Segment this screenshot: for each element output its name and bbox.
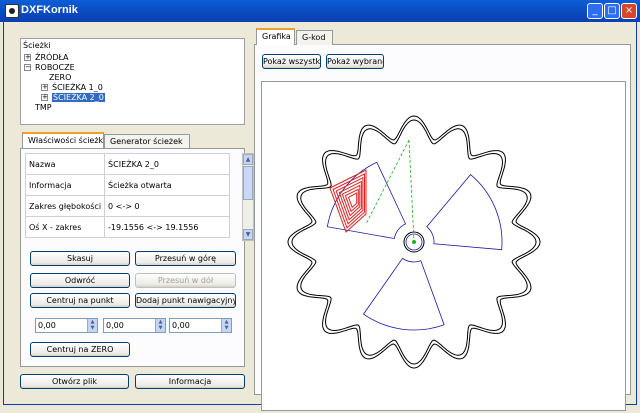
app-icon [5,4,19,18]
tab-path-generator[interactable]: Generator ścieżek [104,134,190,149]
close-button[interactable]: × [621,3,637,19]
expand-icon[interactable]: + [24,54,31,61]
add-nav-point-button[interactable]: Dodaj punkt nawigacyjny [135,293,236,308]
scroll-up-icon[interactable]: ▲ [243,154,253,165]
tab-path-properties[interactable]: Właściwości ścieżki [22,132,105,149]
open-file-button[interactable]: Otwórz plik [20,374,129,389]
nav-line [408,139,415,243]
info-button[interactable]: Informacja [135,374,245,389]
expand-icon[interactable]: + [41,94,48,101]
center-on-point-button[interactable]: Centruj na punkt [30,293,130,308]
show-all-button[interactable]: Pokaż wszystko [262,54,321,69]
drawing-canvas[interactable] [261,81,626,411]
show-selected-button[interactable]: Pokaż wybrane [326,54,384,69]
table-row[interactable]: Zakres głębokości 0 <-> 0 [24,195,230,217]
tree-header: Ścieżki [23,41,51,50]
scroll-down-icon[interactable]: ▼ [243,229,253,240]
minimize-button[interactable]: _ [587,3,603,19]
reverse-button[interactable]: Odwróć [30,273,130,288]
maximize-button[interactable]: □ [604,3,620,19]
title-bar: DXFKornik _ □ × [0,0,640,22]
properties-scrollbar[interactable]: ▲ ▼ [242,153,254,241]
spin-arrows-icon[interactable]: ▲ ▼ [221,319,231,332]
tab-gcode[interactable]: G-kod [296,30,333,45]
properties-panel: Nazwa ŚCIEŻKA 2_0 Informacja Ścieżka otwar… [20,148,254,367]
sector-bottom [362,257,445,331]
tab-graphics[interactable]: Grafika [256,28,295,45]
toolpath [329,169,367,233]
y-spinbox[interactable]: 0,00 ▲ ▼ [103,318,166,333]
window-title: DXFKornik [21,4,78,16]
table-row[interactable]: Oś X - zakres -19.1556 <-> 19.1556 [24,216,230,238]
gear-drawing[interactable] [262,82,625,410]
zero-point-icon [412,240,416,244]
properties-table: Nazwa ŚCIEŻKA 2_0 Informacja Ścieżka otwar… [24,153,230,238]
center-on-zero-button[interactable]: Centruj na ZERO [30,342,130,357]
main-window: Ścieżki + ŹRÓDŁA − ROBOCZE ZERO + ŚCIEŻK… [3,22,637,411]
scroll-thumb[interactable] [243,166,253,200]
x-spinbox[interactable]: 0,00 ▲ ▼ [35,318,98,333]
move-up-button[interactable]: Przesuń w górę [135,251,236,266]
delete-button[interactable]: Skasuj [30,251,130,266]
z-spinbox[interactable]: 0,00 ▲ ▼ [169,318,232,333]
move-down-button[interactable]: Przesuń w dół [135,273,236,288]
toolpath-loop [347,192,358,209]
selected-label: ŚCIEŻKA 2_0 [52,93,105,102]
sector-right [426,174,503,251]
spin-arrows-icon[interactable]: ▲ ▼ [87,319,97,332]
spin-arrows-icon[interactable]: ▲ ▼ [155,319,165,332]
collapse-icon[interactable]: − [24,64,31,71]
nav-line [365,139,410,225]
paths-tree[interactable]: Ścieżki + ŹRÓDŁA − ROBOCZE ZERO + ŚCIEŻK… [20,38,245,125]
expand-icon[interactable]: + [41,84,48,91]
table-row[interactable]: Informacja Ścieżka otwarta [24,174,230,196]
table-row[interactable]: Nazwa ŚCIEŻKA 2_0 [24,153,230,175]
graphics-panel: Pokaż wszystko Pokaż wybrane [254,44,631,411]
